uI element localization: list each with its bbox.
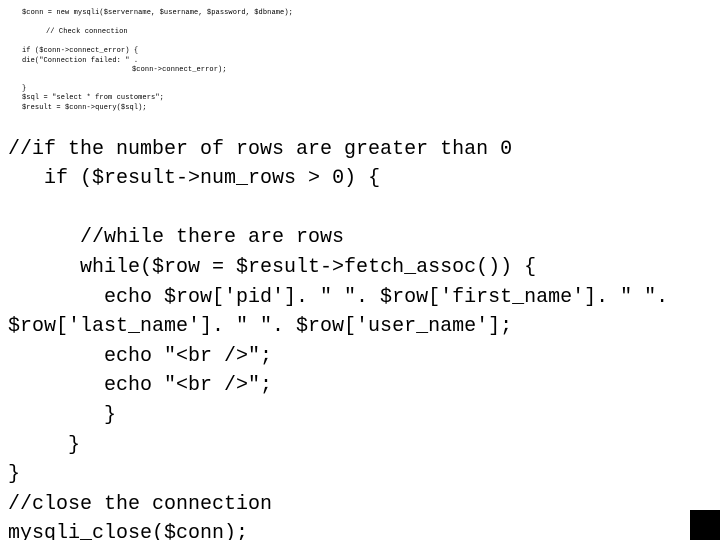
code-line: $conn = new mysqli($servername, $usernam… xyxy=(22,9,293,17)
code-line: //while there are rows xyxy=(8,226,344,249)
code-line: die("Connection failed: " . xyxy=(22,57,138,65)
code-line: echo "<br />"; xyxy=(8,345,272,368)
code-line: if ($result->num_rows > 0) { xyxy=(8,167,380,190)
code-line: while($row = $result->fetch_assoc()) { xyxy=(8,256,536,279)
code-line: // Check connection xyxy=(22,28,702,37)
code-line: mysqli_close($conn); xyxy=(8,522,248,540)
code-big-block: //if the number of rows are greater than… xyxy=(8,105,712,540)
slide: $conn = new mysqli($servername, $usernam… xyxy=(0,0,720,540)
code-line: if ($conn->connect_error) { xyxy=(22,47,138,55)
code-line: $conn->connect_error); xyxy=(22,66,702,75)
code-line: $sql = "select * from customers"; xyxy=(22,94,164,102)
code-line: } xyxy=(8,434,80,457)
code-line: } xyxy=(22,85,26,93)
code-line: echo $row['pid']. " ". $row['first_name'… xyxy=(8,286,680,339)
code-line: echo "<br />"; xyxy=(8,374,272,397)
code-line: //if the number of rows are greater than… xyxy=(8,138,512,161)
code-line: //close the connection xyxy=(8,493,272,516)
code-line: } xyxy=(8,463,20,486)
code-line: } xyxy=(8,404,116,427)
corner-decoration xyxy=(690,510,720,540)
